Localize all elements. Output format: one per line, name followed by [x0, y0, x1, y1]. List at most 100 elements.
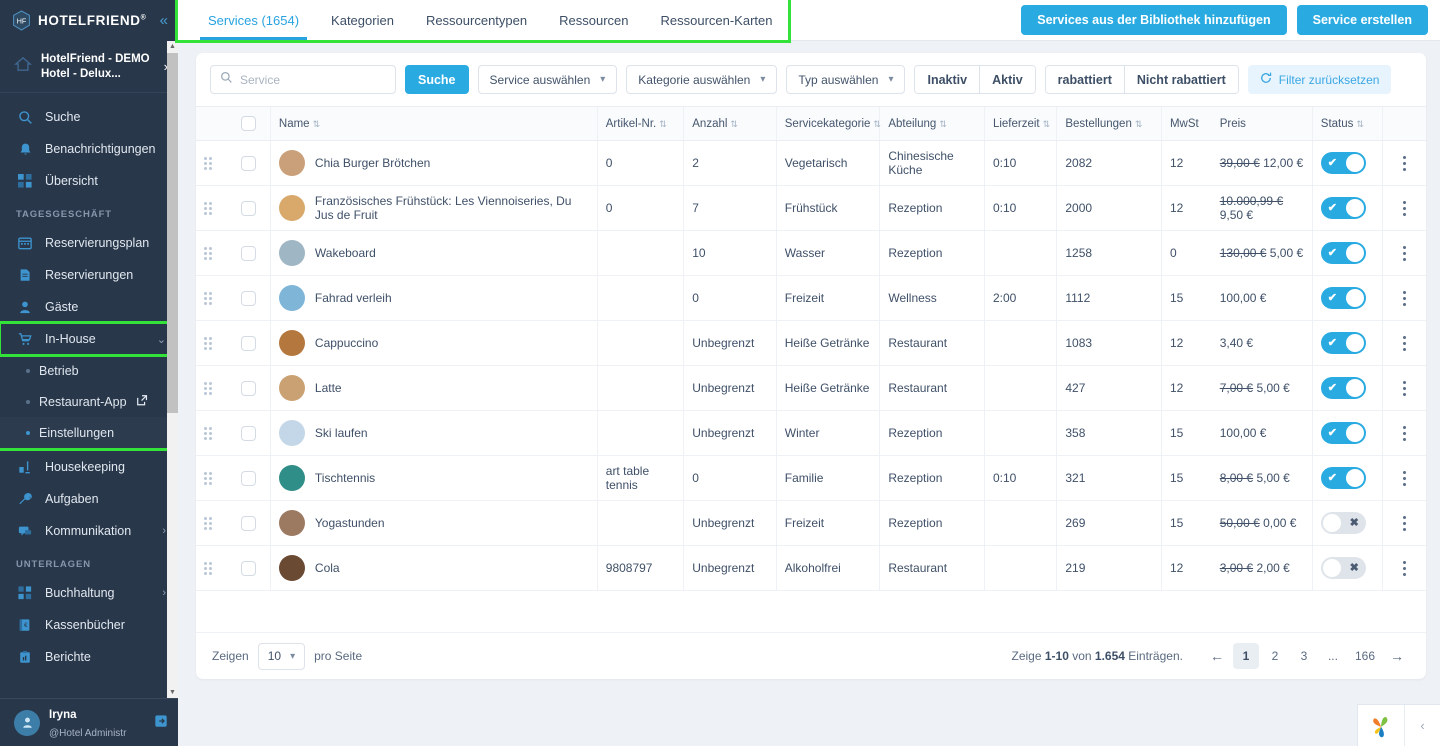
col-servicekategorie[interactable]: Servicekategorie ⇅ [775, 106, 881, 141]
row-checkbox[interactable] [241, 470, 257, 486]
row-menu-icon[interactable] [1391, 290, 1418, 306]
col-status[interactable]: Status ⇅ [1311, 106, 1383, 141]
search-field-wrapper[interactable] [210, 65, 396, 94]
sidebar-item-buchhaltung[interactable]: Buchhaltung › [0, 577, 178, 609]
status-toggle[interactable]: ✔ [1320, 422, 1366, 444]
widget-collapse-icon[interactable]: ‹ [1404, 705, 1440, 746]
filter-inaktiv[interactable]: Inaktiv [915, 66, 980, 93]
sidebar-subitem-restaurant-app[interactable]: Restaurant-App [0, 386, 178, 417]
row-menu-icon[interactable] [1391, 335, 1418, 351]
per-page-select[interactable]: 10 ▾ [257, 642, 306, 670]
sidebar-item-benachrichtigungen[interactable]: Benachrichtigungen [0, 133, 178, 165]
sidebar-item-kommunikation[interactable]: Kommunikation › [0, 515, 178, 547]
row-drag-handle[interactable] [196, 275, 234, 321]
pagination-page-last[interactable]: 166 [1349, 643, 1381, 669]
row-checkbox[interactable] [241, 155, 257, 171]
user-profile[interactable]: Iryna @Hotel Administr [0, 698, 178, 746]
pagination-prev[interactable]: ← [1204, 643, 1230, 669]
sidebar-scrollbar[interactable]: ▲ ▼ [167, 41, 178, 698]
col-name[interactable]: Name ⇅ [269, 106, 598, 141]
scroll-down-arrow-icon[interactable]: ▼ [167, 687, 178, 698]
tab-ressourcen[interactable]: Ressourcen [543, 0, 644, 40]
row-menu-icon[interactable] [1391, 425, 1418, 441]
sidebar-item-reservierungsplan[interactable]: Reservierungsplan [0, 227, 178, 259]
col-anzahl[interactable]: Anzahl ⇅ [683, 106, 777, 141]
row-checkbox[interactable] [241, 425, 257, 441]
reset-filters-button[interactable]: Filter zurücksetzen [1247, 65, 1392, 94]
tab-ressourcentypen[interactable]: Ressourcentypen [410, 0, 543, 40]
filter-aktiv[interactable]: Aktiv [979, 66, 1035, 93]
filter-nicht-rabattiert[interactable]: Nicht rabattiert [1123, 66, 1238, 93]
sidebar-item-uebersicht[interactable]: Übersicht [0, 165, 178, 197]
status-toggle[interactable]: ✔ [1320, 242, 1366, 264]
scroll-up-arrow-icon[interactable]: ▲ [167, 41, 178, 52]
row-drag-handle[interactable] [196, 455, 234, 501]
sidebar-scrollbar-thumb[interactable] [167, 53, 178, 413]
table-row[interactable]: Französisches Frühstück: Les Viennoiseri… [196, 185, 1426, 231]
status-toggle[interactable]: ✔ [1320, 197, 1366, 219]
row-checkbox[interactable] [241, 515, 257, 531]
pagination-page-2[interactable]: 2 [1262, 643, 1288, 669]
row-checkbox[interactable] [241, 290, 257, 306]
tab-services[interactable]: Services (1654) [192, 0, 315, 40]
col-bestellungen[interactable]: Bestellungen ⇅ [1056, 106, 1162, 141]
status-toggle[interactable]: ✖ [1320, 512, 1366, 534]
row-menu-icon[interactable] [1391, 515, 1418, 531]
row-menu-icon[interactable] [1391, 155, 1418, 171]
collapse-sidebar-icon[interactable]: « [160, 13, 168, 28]
table-row[interactable]: Fahrad verleih 0 Freizeit Wellness 2:00 1112 1… [196, 275, 1426, 321]
status-toggle[interactable]: ✔ [1320, 332, 1366, 354]
sidebar-item-aufgaben[interactable]: Aufgaben [0, 483, 178, 515]
sidebar-item-in-house[interactable]: In-House ⌄ [0, 321, 178, 357]
pagination-page-3[interactable]: 3 [1291, 643, 1317, 669]
row-checkbox[interactable] [241, 560, 257, 576]
sidebar-item-berichte[interactable]: Berichte [0, 641, 178, 673]
col-abteilung[interactable]: Abteilung ⇅ [879, 106, 985, 141]
status-toggle[interactable]: ✔ [1320, 152, 1366, 174]
row-checkbox[interactable] [241, 335, 257, 351]
sidebar-item-kassenbuecher[interactable]: € Kassenbücher [0, 609, 178, 641]
sidebar-subitem-betrieb[interactable]: Betrieb [0, 355, 178, 386]
table-row[interactable]: Cappuccino Unbegrenzt Heiße Getränke Restau… [196, 320, 1426, 366]
table-row[interactable]: Tischtennis art table tennis 0 Familie Rezep… [196, 455, 1426, 501]
row-drag-handle[interactable] [196, 365, 234, 411]
service-select[interactable]: Service auswählen ▾ [477, 65, 618, 94]
sidebar-item-housekeeping[interactable]: Housekeeping [0, 451, 178, 483]
main-scrollbar[interactable] [1434, 41, 1440, 746]
pagination-page-1[interactable]: 1 [1232, 643, 1259, 669]
sidebar-item-suche[interactable]: Suche [0, 101, 178, 133]
sidebar-item-gaeste[interactable]: Gäste [0, 291, 178, 323]
status-toggle[interactable]: ✔ [1320, 287, 1366, 309]
tab-kategorien[interactable]: Kategorien [315, 0, 410, 40]
row-checkbox[interactable] [241, 245, 257, 261]
row-drag-handle[interactable] [196, 140, 234, 186]
row-menu-icon[interactable] [1391, 200, 1418, 216]
sidebar-subitem-einstellungen[interactable]: Einstellungen [0, 417, 178, 448]
row-drag-handle[interactable] [196, 545, 234, 591]
row-drag-handle[interactable] [196, 500, 234, 546]
row-menu-icon[interactable] [1391, 245, 1418, 261]
row-menu-icon[interactable] [1391, 470, 1418, 486]
row-checkbox[interactable] [241, 200, 257, 216]
tab-ressourcen-karten[interactable]: Ressourcen-Karten [644, 0, 788, 40]
pagination-next[interactable]: → [1384, 643, 1410, 669]
col-artikel-nr[interactable]: Artikel-Nr. ⇅ [596, 106, 684, 141]
col-lieferzeit[interactable]: Lieferzeit ⇅ [983, 106, 1057, 141]
row-drag-handle[interactable] [196, 410, 234, 456]
table-row[interactable]: Ski laufen Unbegrenzt Winter Rezeption 358 15… [196, 410, 1426, 456]
row-menu-icon[interactable] [1391, 380, 1418, 396]
select-all-checkbox[interactable] [241, 116, 257, 131]
create-service-button[interactable]: Service erstellen [1296, 5, 1428, 35]
hotel-selector[interactable]: HotelFriend - DEMO Hotel - Delux... › [0, 41, 178, 93]
row-menu-icon[interactable] [1391, 560, 1418, 576]
row-drag-handle[interactable] [196, 185, 234, 231]
type-select[interactable]: Typ auswählen ▾ [786, 65, 906, 94]
status-toggle[interactable]: ✔ [1320, 377, 1366, 399]
sidebar-item-reservierungen[interactable]: Reservierungen [0, 259, 178, 291]
filter-rabattiert[interactable]: rabattiert [1045, 66, 1124, 93]
search-button[interactable]: Suche [405, 65, 469, 94]
row-drag-handle[interactable] [196, 320, 234, 366]
table-row[interactable]: Cola 9808797 Unbegrenzt Alkoholfrei Restaura… [196, 545, 1426, 591]
status-toggle[interactable]: ✔ [1320, 467, 1366, 489]
add-from-library-button[interactable]: Services aus der Bibliothek hinzufügen [1021, 5, 1287, 35]
